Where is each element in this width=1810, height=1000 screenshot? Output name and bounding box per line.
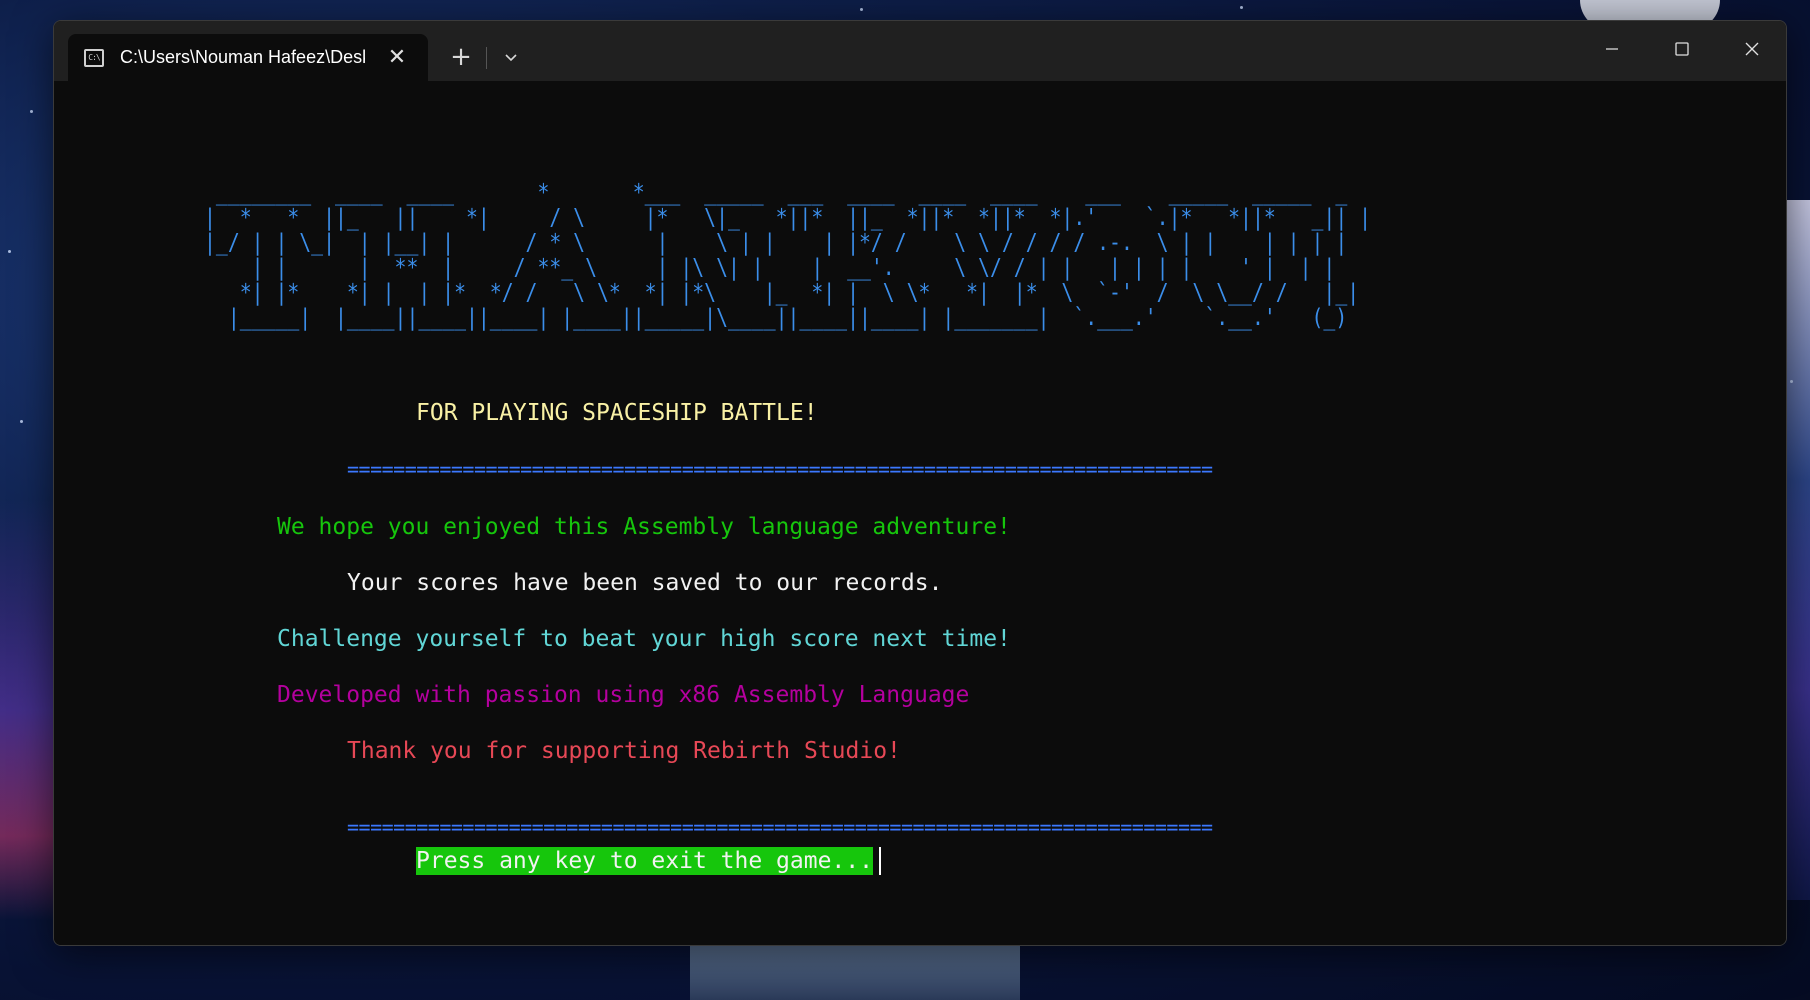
- scores-saved-message: Your scores have been saved to our recor…: [347, 570, 943, 596]
- text-cursor: [879, 847, 881, 875]
- exit-prompt: Press any key to exit the game...: [416, 847, 873, 875]
- maximize-button[interactable]: [1654, 31, 1710, 67]
- terminal-output[interactable]: ________ ____ ____ * *___ _____ ___ ____…: [54, 81, 1786, 945]
- maximize-icon: [1675, 42, 1689, 56]
- close-window-button[interactable]: [1724, 31, 1780, 67]
- separator-line: ========================================…: [347, 457, 1213, 481]
- terminal-icon: C:\: [84, 48, 104, 67]
- minimize-icon: [1606, 48, 1618, 50]
- terminal-tab[interactable]: C:\ C:\Users\Nouman Hafeez\Desktop ✕: [68, 34, 428, 81]
- thanks-message: Thank you for supporting Rebirth Studio!: [347, 738, 901, 764]
- title-bar[interactable]: C:\ C:\Users\Nouman Hafeez\Desktop ✕ +: [54, 21, 1786, 81]
- minimize-button[interactable]: [1584, 31, 1640, 67]
- wallpaper-star: [20, 420, 23, 423]
- tab-separator: [486, 47, 487, 69]
- wallpaper-star: [860, 8, 863, 11]
- developed-message: Developed with passion using x86 Assembl…: [277, 682, 970, 708]
- chevron-down-icon: [505, 54, 517, 62]
- thank-you-ascii-banner: ________ ____ ____ * *___ _____ ___ ____…: [204, 180, 1372, 331]
- wallpaper-star: [8, 250, 11, 253]
- close-icon: [1745, 42, 1759, 56]
- wallpaper-city: [690, 945, 1020, 1000]
- tab-dropdown-button[interactable]: [491, 39, 531, 75]
- separator-line-bottom: ========================================…: [347, 815, 1213, 839]
- tab-title: C:\Users\Nouman Hafeez\Desktop: [120, 47, 365, 67]
- wallpaper-star: [1240, 6, 1243, 9]
- enjoyed-message: We hope you enjoyed this Assembly langua…: [277, 514, 1011, 540]
- wallpaper-star: [30, 110, 33, 113]
- terminal-window: C:\ C:\Users\Nouman Hafeez\Desktop ✕ +: [53, 20, 1787, 946]
- wallpaper-star: [1790, 380, 1793, 383]
- subtitle-text: FOR PLAYING SPACESHIP BATTLE!: [416, 400, 818, 426]
- challenge-message: Challenge yourself to beat your high sco…: [277, 626, 1011, 652]
- close-tab-button[interactable]: ✕: [385, 45, 409, 70]
- new-tab-button[interactable]: +: [439, 39, 483, 75]
